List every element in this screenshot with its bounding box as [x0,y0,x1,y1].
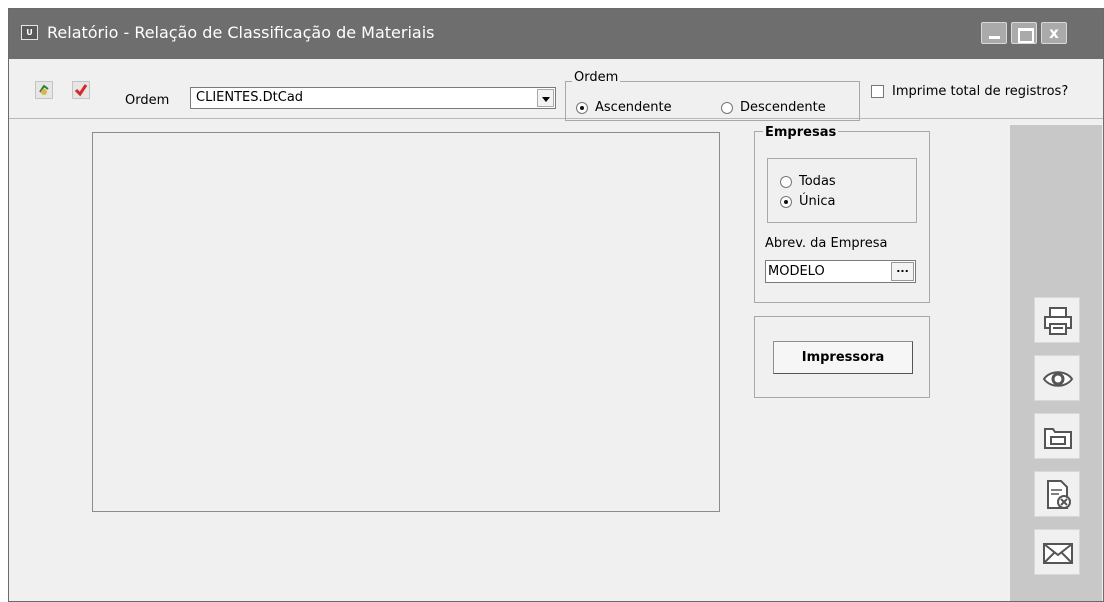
chevron-down-icon[interactable] [537,89,554,107]
empresas-radio-box: Todas Única [767,158,917,223]
unica-label: Única [799,194,836,209]
toolbar: Ordem CLIENTES.DtCad Ordem Ascendente De… [9,59,1103,121]
ascending-label: Ascendente [595,100,672,115]
abrev-empresa-value: MODELO [768,264,825,279]
checkbox-box[interactable] [871,85,884,98]
check-icon[interactable] [72,81,90,99]
abrev-empresa-input[interactable]: MODELO ... [765,260,916,283]
empresas-group: Empresas Todas Única Abrev. da Empresa M… [754,125,930,303]
unica-radio[interactable]: Única [780,194,835,209]
maximize-button[interactable] [1011,22,1037,44]
print-total-checkbox[interactable]: Imprime total de registros? [871,84,1068,99]
minimize-button[interactable] [981,22,1007,44]
radio-selected-icon [780,195,792,208]
window-title: Relatório - Relação de Classificação de … [47,23,435,42]
sort-order-legend: Ordem [572,70,621,85]
document-delete-icon[interactable] [1034,471,1080,517]
abrev-empresa-label: Abrev. da Empresa [765,236,888,251]
close-icon: x [1049,24,1059,42]
radio-empty-icon [721,101,733,114]
printer-group: Impressora [754,316,930,398]
folder-icon[interactable] [1034,413,1080,459]
preview-eye-icon[interactable] [1034,355,1080,401]
close-button[interactable]: x [1041,22,1067,44]
todas-label: Todas [799,174,836,189]
todas-radio[interactable]: Todas [780,174,836,189]
ordem-dropdown[interactable]: CLIENTES.DtCad [190,87,556,109]
side-action-panel [1010,125,1102,601]
ordem-value: CLIENTES.DtCad [196,90,304,105]
impressora-button[interactable]: Impressora [773,341,913,374]
radio-selected-icon [576,101,588,114]
app-icon: U [21,25,38,40]
mail-icon[interactable] [1034,529,1080,575]
ordem-label: Ordem [125,93,170,108]
radio-empty-icon [780,175,792,188]
report-list-panel[interactable] [92,132,720,512]
printer-icon[interactable] [1034,297,1080,343]
sort-order-group: Ordem Ascendente Descendente [565,70,860,121]
ascending-radio[interactable]: Ascendente [576,100,672,115]
descending-radio[interactable]: Descendente [721,100,826,115]
empresas-legend: Empresas [763,125,839,140]
title-bar[interactable]: U Relatório - Relação de Classificação d… [9,9,1103,59]
refresh-icon[interactable] [35,81,53,99]
report-window: U Relatório - Relação de Classificação d… [8,8,1104,602]
descending-label: Descendente [740,100,826,115]
print-total-label: Imprime total de registros? [892,84,1069,99]
browse-ellipsis-button[interactable]: ... [891,262,914,281]
